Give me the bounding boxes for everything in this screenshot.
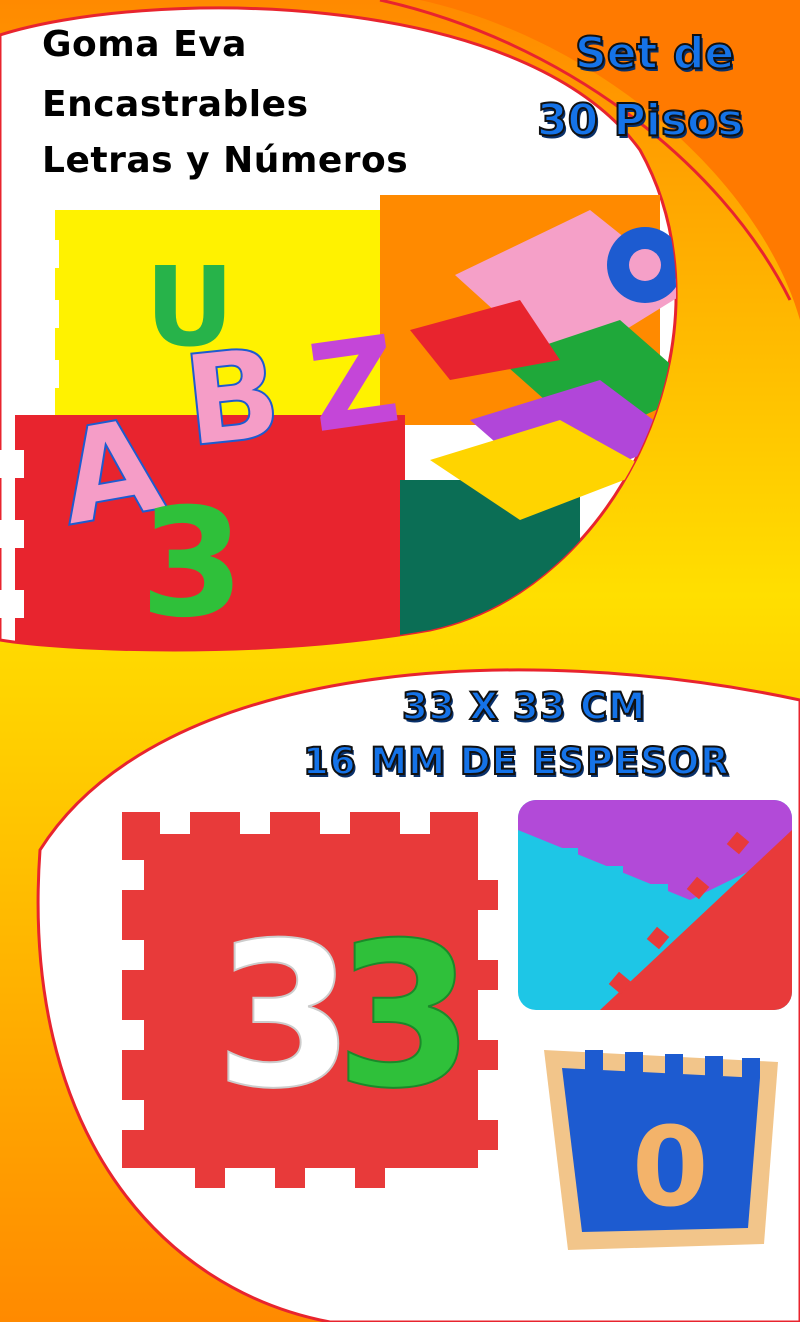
- product-title-line-3: Letras y Números: [42, 140, 409, 181]
- blue-tile-number: 0: [632, 1103, 709, 1231]
- letter-b: B: [177, 321, 287, 475]
- color-tiles-photo: [518, 800, 792, 1010]
- product-title-line-2: Encastrables: [42, 84, 309, 125]
- thickness-spec: 16 MM DE ESPESOR: [302, 739, 730, 784]
- tile-digit-green: 3: [335, 900, 474, 1133]
- set-badge-line-1: Set de: [574, 27, 735, 80]
- product-title-line-1: Goma Eva: [42, 24, 247, 65]
- set-badge-line-2: 30 Pisos: [536, 94, 744, 147]
- number-3-top: 3: [140, 477, 244, 651]
- size-spec: 33 X 33 CM: [401, 684, 647, 729]
- product-poster: U Z B A 3 3 3 0: [0, 0, 800, 1322]
- tile-digit-white: 3: [215, 900, 354, 1133]
